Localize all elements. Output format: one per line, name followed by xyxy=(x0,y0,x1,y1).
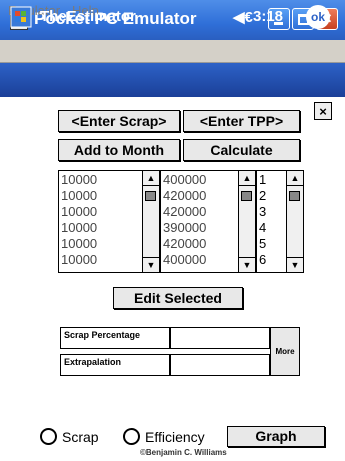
scrollbar[interactable]: ▲ ▼ xyxy=(238,171,255,272)
list-item[interactable]: 400000 xyxy=(163,252,206,268)
list-item[interactable]: 10000 xyxy=(61,172,97,188)
list-item[interactable]: 1 xyxy=(259,172,266,188)
scroll-down-icon[interactable]: ▼ xyxy=(143,257,159,272)
scroll-thumb[interactable] xyxy=(145,191,156,201)
list-item[interactable]: 420000 xyxy=(163,188,206,204)
list-item[interactable]: 5 xyxy=(259,236,266,252)
list-item[interactable]: 10000 xyxy=(61,220,97,236)
scroll-down-icon[interactable]: ▼ xyxy=(287,257,303,272)
copyright-text: ©Benjamin C. Williams xyxy=(140,448,227,457)
list-item[interactable]: 6 xyxy=(259,252,266,268)
speaker-icon[interactable]: ◀€ xyxy=(233,8,253,26)
extrapolation-field[interactable] xyxy=(170,354,270,376)
list-item[interactable]: 400000 xyxy=(163,172,206,188)
scroll-up-icon[interactable]: ▲ xyxy=(287,171,303,186)
scrap-radio[interactable] xyxy=(40,428,57,445)
clock[interactable]: 3:18 xyxy=(253,8,283,25)
edit-selected-button[interactable]: Edit Selected xyxy=(113,287,243,309)
efficiency-radio[interactable] xyxy=(123,428,140,445)
list-item[interactable]: 420000 xyxy=(163,204,206,220)
index-list[interactable]: 1 2 3 4 5 6 ▲ ▼ xyxy=(256,170,304,273)
extrapolation-label: Extrapalation xyxy=(60,354,170,376)
calculate-button[interactable]: Calculate xyxy=(183,139,300,161)
list-item[interactable]: 10000 xyxy=(61,252,97,268)
efficiency-radio-label[interactable]: Efficiency xyxy=(145,429,205,445)
tpp-list[interactable]: 400000 420000 420000 390000 420000 40000… xyxy=(160,170,256,273)
close-app-button[interactable]: × xyxy=(314,102,332,120)
scrollbar[interactable]: ▲ ▼ xyxy=(142,171,159,272)
app-title: TheEstimator xyxy=(40,8,136,25)
scroll-up-icon[interactable]: ▲ xyxy=(143,171,159,186)
list-item[interactable]: 10000 xyxy=(61,236,97,252)
list-item[interactable]: 2 xyxy=(259,188,266,204)
list-item[interactable]: 420000 xyxy=(163,236,206,252)
add-to-month-button[interactable]: Add to Month xyxy=(58,139,180,161)
scrap-percentage-field[interactable] xyxy=(170,327,270,349)
scroll-thumb[interactable] xyxy=(241,191,252,201)
list-item[interactable]: 390000 xyxy=(163,220,206,236)
windows-start-icon[interactable] xyxy=(10,6,32,28)
emulator-menu-bar xyxy=(0,40,345,63)
graph-button[interactable]: Graph xyxy=(227,426,325,447)
enter-tpp-button[interactable]: <Enter TPP> xyxy=(183,110,300,132)
list-item[interactable]: 3 xyxy=(259,204,266,220)
scrap-radio-label[interactable]: Scrap xyxy=(62,429,99,445)
device-nav-bar xyxy=(0,63,345,97)
scroll-thumb[interactable] xyxy=(289,191,300,201)
scrollbar[interactable]: ▲ ▼ xyxy=(286,171,303,272)
scroll-up-icon[interactable]: ▲ xyxy=(239,171,255,186)
scrap-percentage-label: Scrap Percentage xyxy=(60,327,170,349)
scrap-list[interactable]: 10000 10000 10000 10000 10000 10000 ▲ ▼ xyxy=(58,170,160,273)
list-item[interactable]: 10000 xyxy=(61,204,97,220)
more-button[interactable]: More xyxy=(270,327,300,376)
enter-scrap-button[interactable]: <Enter Scrap> xyxy=(58,110,180,132)
list-item[interactable]: 4 xyxy=(259,220,266,236)
list-item[interactable]: 10000 xyxy=(61,188,97,204)
scroll-down-icon[interactable]: ▼ xyxy=(239,257,255,272)
ok-button[interactable]: ok xyxy=(306,5,330,29)
